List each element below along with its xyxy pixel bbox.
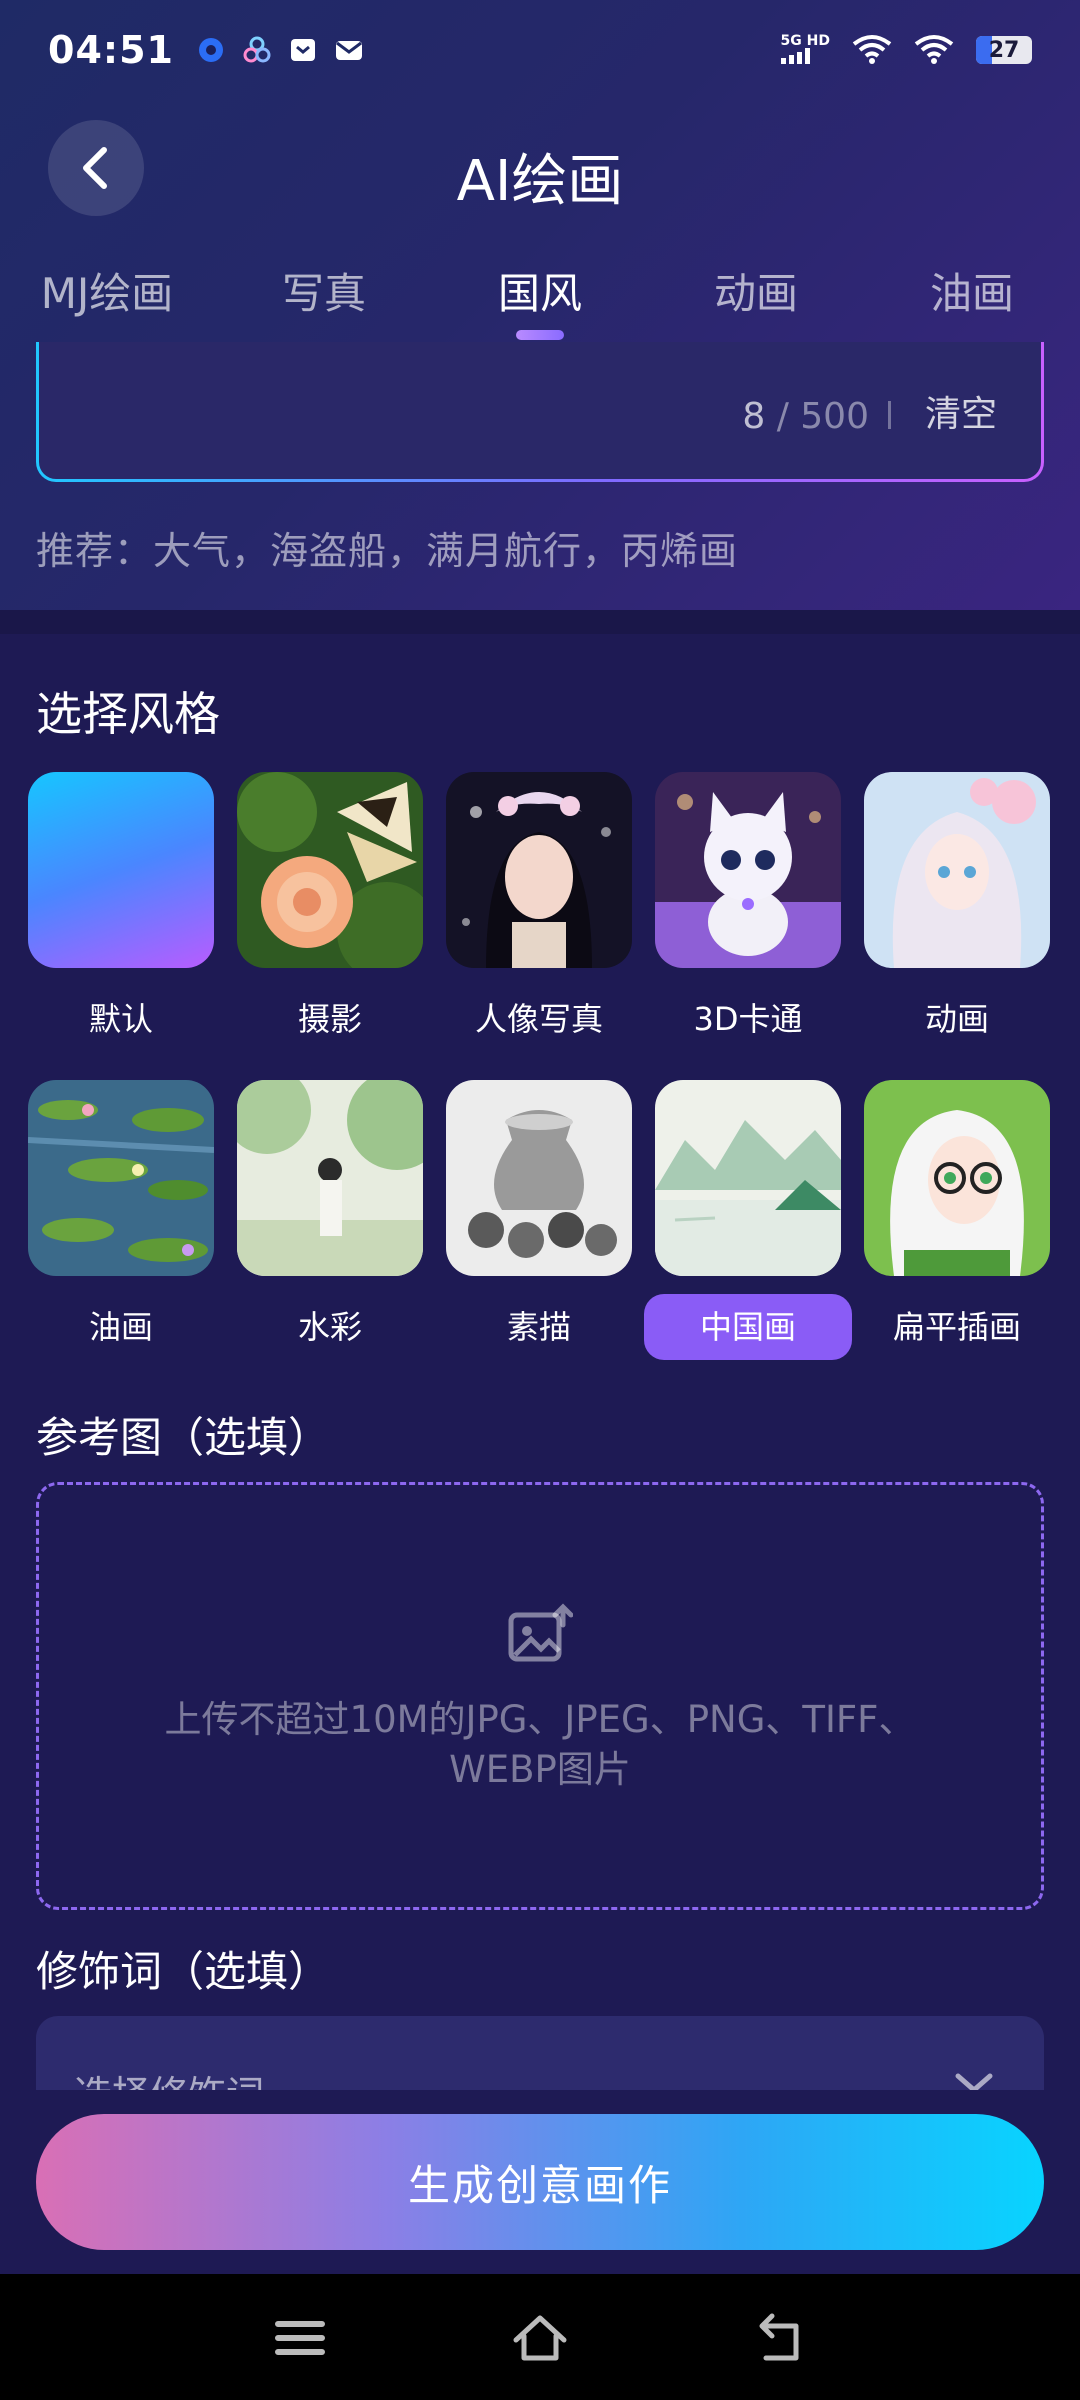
style-thumbnail [446,1080,632,1276]
style-item-flat-illustration[interactable]: 扁平插画 [864,1080,1050,1360]
image-upload-icon [508,1603,573,1662]
style-label: 素描 [506,1308,571,1346]
style-label-selected: 中国画 [644,1294,852,1360]
recommend-text[interactable]: 推荐：大气，海盗船，满月航行，丙烯画 [36,520,738,575]
section-divider [0,610,1080,634]
clear-button[interactable]: 清空 [925,385,997,437]
style-label: 扁平插画 [892,1308,1021,1346]
tab-chinese-style[interactable]: 国风 [498,260,582,321]
network-label: 5G HD [780,34,830,67]
style-label: 水彩 [297,1308,362,1346]
battery-indicator: 27 [976,36,1032,64]
tab-portrait[interactable]: 写真 [282,260,366,321]
wifi-icon [914,35,954,64]
wifi-calling-icon [852,35,892,64]
style-thumbnail [28,1080,214,1276]
divider [888,401,891,429]
style-thumbnail [655,1080,841,1276]
style-label: 人像写真 [474,1000,603,1038]
mail-icon [335,41,362,60]
prompt-input[interactable]: 8 / 500 清空 [36,342,1044,482]
style-thumbnail [237,1080,423,1276]
menu-icon[interactable] [272,2310,328,2366]
style-section-title: 选择风格 [36,687,220,741]
app-notification-icon [198,38,223,62]
store-icon [290,39,315,61]
tab-animation[interactable]: 动画 [714,260,798,321]
active-tab-indicator [516,330,564,340]
style-thumbnail [446,772,632,968]
char-counter: 8 / 500 [742,396,869,437]
battery-icon: 27 [976,36,1032,64]
style-item-anime[interactable]: 动画 [864,772,1050,1052]
notification-icons [196,35,364,65]
generate-button[interactable]: 生成创意画作 [36,2114,1044,2250]
style-label: 3D卡通 [693,1000,803,1038]
style-thumbnail [237,772,423,968]
page-title: AI绘画 [456,149,624,214]
style-label: 默认 [88,1000,153,1038]
system-nav-bar [0,2274,1080,2400]
style-thumbnail [28,772,214,968]
style-item-chinese-painting[interactable]: 中国画 [644,1080,852,1360]
tab-mj[interactable]: MJ绘画 [41,260,174,321]
back-nav-icon[interactable] [752,2310,808,2366]
style-thumbnail [864,772,1050,968]
home-icon[interactable] [512,2310,568,2366]
tab-oil-painting[interactable]: 油画 [930,260,1014,321]
style-item-default[interactable]: 默认 [28,772,214,1052]
style-thumbnail [655,772,841,968]
style-label: 动画 [924,1000,989,1038]
category-tabs: MJ绘画 写真 国风 动画 油画 [0,260,1080,340]
upload-hint: 上传不超过10M的JPG、JPEG、PNG、TIFF、 WEBP图片 [164,1698,916,1791]
cta-area: 生成创意画作 [0,2090,1080,2274]
system-status: 5G HD 27 [780,34,1032,67]
app-header: AI绘画 [0,110,1080,230]
signal-icon [780,47,810,64]
modifier-section-title: 修饰词（选填） [36,1947,331,1996]
style-label: 摄影 [297,1000,362,1038]
reference-upload-area[interactable]: 上传不超过10M的JPG、JPEG、PNG、TIFF、 WEBP图片 [36,1482,1044,1910]
style-item-watercolor[interactable]: 水彩 [237,1080,423,1360]
reference-section-title: 参考图（选填） [36,1413,331,1462]
style-item-photography[interactable]: 摄影 [237,772,423,1052]
status-bar: 04:51 5G HD 27 [0,0,1080,100]
style-thumbnail [864,1080,1050,1276]
style-item-3d-cartoon[interactable]: 3D卡通 [655,772,841,1052]
style-item-sketch[interactable]: 素描 [446,1080,632,1360]
style-item-portrait[interactable]: 人像写真 [446,772,632,1052]
style-label: 油画 [88,1308,153,1346]
cluster-icon [243,36,271,63]
style-item-oil-painting[interactable]: 油画 [28,1080,214,1360]
status-time: 04:51 [48,28,174,72]
